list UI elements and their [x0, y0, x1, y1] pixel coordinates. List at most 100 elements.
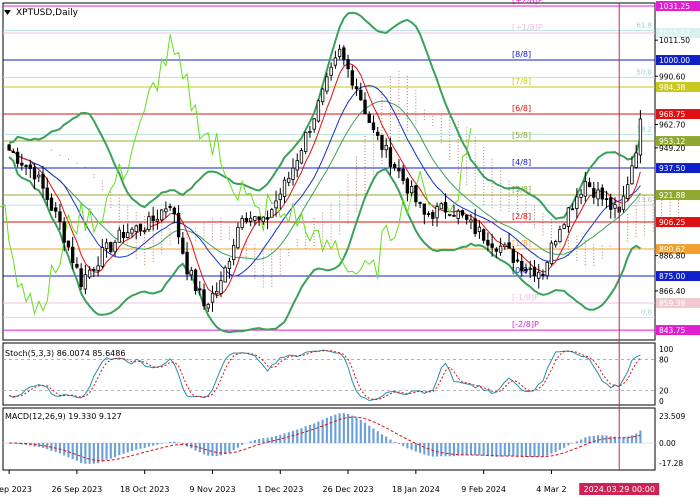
cloud-dot	[245, 253, 247, 255]
cloud-dot	[338, 191, 341, 193]
cloud-dot	[322, 218, 324, 220]
cloud-dot	[533, 212, 536, 214]
cloud-dot	[76, 162, 78, 165]
cloud-dot	[381, 129, 383, 132]
candle-body	[104, 242, 109, 249]
cloud-dot	[449, 131, 451, 133]
candle-body	[515, 259, 520, 262]
price-label: 875.00	[659, 272, 685, 281]
cloud-dot	[381, 114, 383, 117]
time-label: 18 Oct 2023	[120, 485, 169, 494]
cloud-dot	[449, 143, 451, 145]
cloud-dot	[355, 180, 358, 182]
cloud-dot	[245, 250, 247, 252]
cloud-dot	[627, 213, 629, 215]
cloud-dot	[305, 238, 307, 240]
cloud-dot	[567, 245, 569, 248]
cloud-dot	[364, 139, 366, 141]
stoch-tick-label: 0	[659, 397, 664, 406]
cloud-dot	[220, 217, 222, 219]
cloud-dot	[508, 198, 510, 200]
cloud-dot	[406, 85, 408, 87]
cloud-dot	[338, 209, 341, 211]
candle-body	[287, 177, 291, 183]
cloud-dot	[338, 200, 341, 202]
cloud-dot	[228, 226, 231, 228]
cloud-dot	[483, 155, 485, 158]
cloud-dot	[627, 228, 629, 230]
cloud-dot	[533, 224, 536, 226]
cloud-dot	[279, 261, 281, 263]
cloud-dot	[466, 133, 468, 135]
chart-svg: 61.850.038.223.60.0 [+2/8]P[+1/8]P[8/8][…	[0, 0, 700, 500]
cloud-dot	[584, 243, 586, 245]
cloud-dot	[432, 118, 434, 120]
cloud-dot	[355, 156, 358, 158]
time-label: 18 Jan 2024	[392, 485, 440, 494]
cloud-dot	[152, 233, 154, 235]
cloud-dot	[313, 218, 315, 220]
cloud-dot	[254, 247, 256, 249]
cloud-dot	[254, 268, 256, 270]
cloud-dot	[296, 245, 298, 247]
cloud-dot	[533, 227, 536, 229]
cloud-dot	[457, 156, 459, 159]
cloud-dot	[161, 225, 163, 227]
cloud-dot	[355, 189, 358, 191]
candle-body	[45, 187, 49, 201]
time-label: 4 Sep 2023	[0, 485, 32, 494]
cloud-dot	[508, 192, 510, 194]
candle-body	[206, 303, 210, 309]
cloud-dot	[211, 230, 214, 232]
cloud-dot	[550, 225, 553, 227]
cloud-dot	[355, 162, 358, 164]
cloud-dot	[474, 169, 476, 171]
candle-body	[185, 251, 189, 275]
cloud-dot	[118, 215, 120, 217]
cloud-dot	[372, 146, 375, 148]
cloud-dot	[449, 158, 451, 160]
cloud-dot	[262, 250, 264, 252]
cloud-dot	[389, 78, 392, 81]
cloud-dot	[169, 243, 171, 245]
cloud-dot	[440, 124, 442, 126]
cloud-dot	[483, 188, 485, 191]
candle-body	[100, 247, 104, 267]
cloud-dot	[220, 235, 222, 237]
candle-body	[520, 260, 524, 272]
candle-body	[96, 265, 100, 271]
cloud-dot	[271, 261, 273, 263]
cloud-dot	[652, 227, 654, 229]
cloud-dot	[127, 242, 129, 244]
cloud-dot	[389, 108, 392, 111]
cloud-dot	[161, 234, 163, 236]
candle-body	[532, 266, 537, 277]
cloud-dot	[483, 158, 485, 161]
candle-body	[545, 261, 549, 277]
candle-body	[566, 207, 571, 227]
cloud-dot	[169, 237, 171, 239]
stoch-tick-label: 20	[659, 387, 669, 396]
candle-body	[346, 59, 350, 70]
cloud-dot	[135, 245, 137, 247]
cloud-dot	[355, 204, 358, 206]
cloud-dot	[194, 239, 197, 241]
price-label: 984.38	[659, 83, 685, 92]
cloud-dot	[499, 173, 502, 175]
murrey-label: [7/8]	[512, 77, 531, 86]
cloud-dot	[491, 192, 493, 194]
cloud-dot	[110, 206, 112, 208]
cloud-dot	[330, 206, 332, 208]
candle-body	[164, 208, 168, 213]
cloud-dot	[499, 197, 502, 199]
cloud-dot	[254, 265, 256, 267]
cloud-dot	[101, 186, 103, 188]
cloud-dot	[449, 134, 451, 136]
cloud-dot	[652, 203, 654, 205]
cloud-dot	[406, 124, 408, 126]
cloud-dot	[364, 136, 366, 138]
cloud-dot	[338, 212, 341, 214]
cloud-dot	[491, 177, 493, 179]
cloud-dot	[508, 210, 510, 212]
cloud-dot	[330, 239, 332, 241]
